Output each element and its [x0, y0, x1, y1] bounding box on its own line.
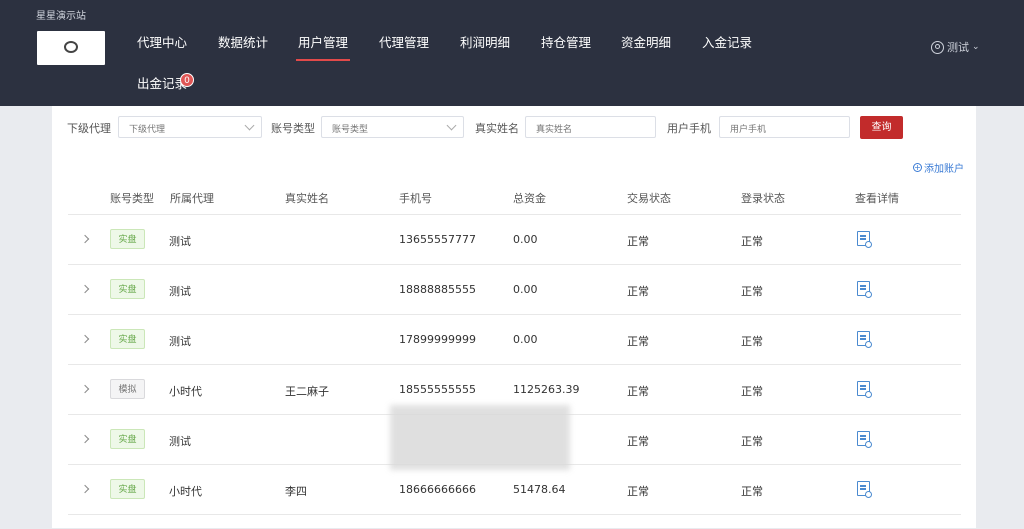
top-navbar: 星星演示站 代理中心 数据统计 用户管理 代理管理 利润明细 持仓管理 资金明细…	[0, 0, 1024, 106]
account-type-tag: 模拟	[110, 379, 145, 399]
table-row: 实盘 小时代 李四 18666666666 51478.64 正常 正常	[68, 464, 961, 515]
cell-real-name: 李四	[285, 485, 307, 498]
cell-trade-status: 正常	[627, 435, 649, 448]
withdraw-count-badge: 0	[180, 73, 194, 87]
filter-label-real-name: 真实姓名	[475, 122, 519, 135]
column-header-account-type: 账号类型	[110, 192, 154, 205]
column-header-total-funds: 总资金	[513, 192, 546, 205]
cell-phone: 18666666666	[399, 483, 476, 496]
cell-total-funds: 0.00	[513, 233, 538, 246]
nav-item-user-management[interactable]: 用户管理	[295, 33, 351, 61]
filter-label-agent: 下级代理	[67, 122, 111, 135]
site-title: 星星演示站	[36, 11, 86, 22]
table-row: 实盘 测试 18888885555 0.00 正常 正常	[68, 264, 961, 315]
account-type-tag: 实盘	[110, 479, 145, 499]
logo-mark-icon	[64, 41, 78, 53]
cell-agent: 测试	[169, 435, 191, 448]
expand-row-icon[interactable]	[80, 234, 90, 244]
cell-phone: 13655557777	[399, 233, 476, 246]
expand-row-icon[interactable]	[80, 384, 90, 394]
chevron-down-icon: ⌄	[972, 42, 980, 52]
cell-total-funds: 0.00	[513, 283, 538, 296]
user-avatar-icon	[931, 40, 944, 54]
phone-field[interactable]	[719, 116, 850, 140]
cell-real-name: 王二麻子	[285, 385, 329, 398]
cell-login-status: 正常	[741, 335, 763, 348]
add-account-label: 添加账户	[924, 164, 964, 175]
filter-label-account-type: 账号类型	[271, 122, 315, 135]
nav-item-agent-management[interactable]: 代理管理	[379, 33, 429, 53]
agent-select[interactable]	[118, 116, 262, 140]
view-details-icon[interactable]	[857, 381, 872, 398]
cell-trade-status: 正常	[627, 235, 649, 248]
add-account-button[interactable]: + 添加账户	[913, 160, 964, 175]
cell-login-status: 正常	[741, 235, 763, 248]
nav-item-statistics[interactable]: 数据统计	[218, 33, 268, 53]
nav-item-fund-details[interactable]: 资金明细	[621, 33, 671, 53]
table-row: 实盘 测试 17899999999 0.00 正常 正常	[68, 314, 961, 365]
real-name-field[interactable]	[525, 116, 656, 140]
table-row: 实盘 测试 13655557777 0.00 正常 正常	[68, 214, 961, 265]
column-header-login-status: 登录状态	[741, 192, 785, 205]
account-type-tag: 实盘	[110, 279, 145, 299]
expand-row-icon[interactable]	[80, 334, 90, 344]
cell-agent: 测试	[169, 235, 191, 248]
table-row	[68, 514, 961, 529]
cell-agent: 小时代	[169, 385, 202, 398]
cell-login-status: 正常	[741, 485, 763, 498]
filter-label-phone: 用户手机	[667, 122, 711, 135]
real-name-input[interactable]	[526, 120, 655, 140]
column-header-phone: 手机号	[399, 192, 432, 205]
view-details-icon[interactable]	[857, 431, 872, 448]
agent-select-input[interactable]	[119, 120, 261, 140]
user-name: 测试	[947, 41, 969, 54]
nav-item-agent-center[interactable]: 代理中心	[137, 33, 187, 53]
view-details-icon[interactable]	[857, 231, 872, 248]
nav-item-deposit-records[interactable]: 入金记录	[702, 33, 752, 53]
cell-trade-status: 正常	[627, 335, 649, 348]
cell-trade-status: 正常	[627, 485, 649, 498]
column-header-view-details: 查看详情	[855, 192, 899, 205]
cell-trade-status: 正常	[627, 385, 649, 398]
view-details-icon[interactable]	[857, 281, 872, 298]
account-type-select[interactable]	[321, 116, 464, 140]
cell-total-funds: 0.00	[513, 333, 538, 346]
plus-circle-icon: +	[913, 163, 922, 172]
column-header-real-name: 真实姓名	[285, 192, 329, 205]
expand-row-icon[interactable]	[80, 434, 90, 444]
search-button[interactable]: 查询	[860, 116, 903, 139]
column-header-trade-status: 交易状态	[627, 192, 671, 205]
account-type-tag: 实盘	[110, 429, 145, 449]
cell-total-funds: 51478.64	[513, 483, 566, 496]
cell-total-funds: 1125263.39	[513, 383, 580, 396]
cell-phone: 17899999999	[399, 333, 476, 346]
redaction-blur	[390, 405, 570, 470]
cell-agent: 测试	[169, 285, 191, 298]
cell-phone: 18888885555	[399, 283, 476, 296]
nav-item-positions[interactable]: 持仓管理	[541, 33, 591, 53]
column-header-agent: 所属代理	[170, 192, 214, 205]
cell-agent: 测试	[169, 335, 191, 348]
account-type-tag: 实盘	[110, 229, 145, 249]
cell-login-status: 正常	[741, 285, 763, 298]
logo[interactable]	[37, 31, 105, 65]
nav-item-profit-details[interactable]: 利润明细	[460, 33, 510, 53]
view-details-icon[interactable]	[857, 481, 872, 498]
account-type-select-input[interactable]	[322, 120, 463, 140]
cell-agent: 小时代	[169, 485, 202, 498]
cell-login-status: 正常	[741, 385, 763, 398]
expand-row-icon[interactable]	[80, 484, 90, 494]
phone-input[interactable]	[720, 120, 849, 140]
cell-login-status: 正常	[741, 435, 763, 448]
expand-row-icon[interactable]	[80, 284, 90, 294]
user-menu[interactable]: 测试 ⌄	[931, 39, 980, 55]
cell-phone: 18555555555	[399, 383, 476, 396]
cell-trade-status: 正常	[627, 285, 649, 298]
account-type-tag: 实盘	[110, 329, 145, 349]
view-details-icon[interactable]	[857, 331, 872, 348]
